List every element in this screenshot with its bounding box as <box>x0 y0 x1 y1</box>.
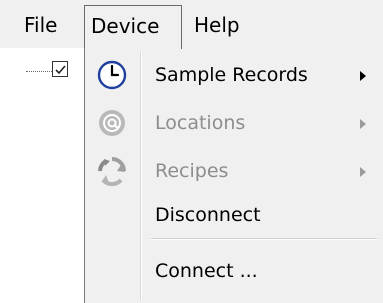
menu-device[interactable]: Device <box>84 5 182 49</box>
device-dropdown-menu: Sample Records Locations Recipes Disconn… <box>84 48 383 303</box>
submenu-arrow-icon <box>360 167 366 177</box>
menu-item-sample-records[interactable]: Sample Records <box>87 52 382 98</box>
menu-item-label: Locations <box>155 112 246 134</box>
clock-icon <box>95 58 129 92</box>
menu-item-label: Connect ... <box>155 260 258 282</box>
menu-item-label: Sample Records <box>155 64 308 86</box>
menu-item-connect[interactable]: Connect ... <box>87 248 382 294</box>
menu-separator <box>151 238 377 240</box>
menu-help[interactable]: Help <box>194 5 254 45</box>
at-sign-icon <box>95 106 129 140</box>
tree-connector-line <box>26 71 52 72</box>
menu-item-label: Disconnect <box>155 204 261 226</box>
tree-node-checkbox[interactable] <box>52 61 68 77</box>
submenu-arrow-icon <box>360 119 366 129</box>
menu-item-recipes[interactable]: Recipes <box>87 148 382 194</box>
menu-bar: File Device Help <box>0 0 383 49</box>
menu-file[interactable]: File <box>24 5 80 45</box>
menu-item-locations[interactable]: Locations <box>87 100 382 146</box>
checkmark-icon <box>55 65 66 75</box>
menu-item-label: Recipes <box>155 160 229 182</box>
menu-item-disconnect[interactable]: Disconnect <box>87 192 382 238</box>
recycle-icon <box>95 154 129 188</box>
submenu-arrow-icon <box>360 71 366 81</box>
